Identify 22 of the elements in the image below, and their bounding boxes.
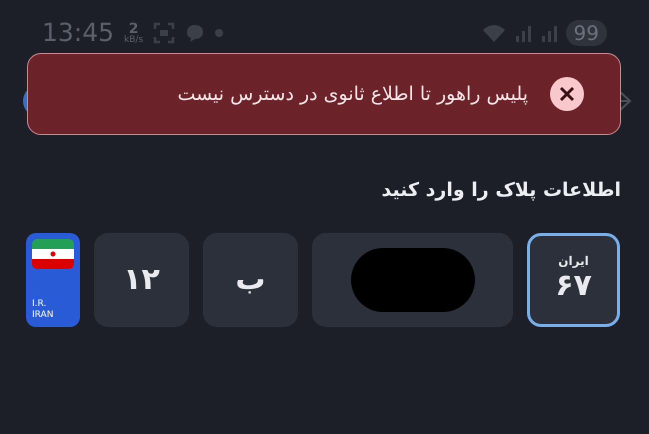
plate-field[interactable] <box>312 232 513 326</box>
chat-icon <box>185 23 206 43</box>
wifi-icon <box>482 23 508 43</box>
signal-icon <box>514 24 534 42</box>
country-label: IRAN <box>32 310 54 320</box>
plate-field[interactable]: ب <box>203 232 298 326</box>
plate-field[interactable]: ۱۲ <box>94 232 189 326</box>
dot-icon <box>215 29 224 37</box>
screenshot-icon <box>153 22 176 44</box>
toast-message: پلیس راهور تا اطلاع ثانوی در دسترس نیست <box>177 82 528 107</box>
clock: 13:45 <box>42 17 114 50</box>
heading: اطلاعات پلاک را وارد کنید <box>380 178 621 203</box>
region-caption: ایران <box>558 254 589 267</box>
region-field[interactable]: ایران ۶۷ <box>527 232 620 326</box>
close-icon[interactable] <box>550 77 584 111</box>
region-code: ۶۷ <box>555 268 592 304</box>
flag-icon <box>32 238 74 268</box>
country-label: I.R. <box>32 298 48 310</box>
speed-value: 2 <box>128 22 138 36</box>
signal-icon <box>540 24 560 42</box>
battery-indicator: 99 <box>566 20 607 46</box>
speed-unit: kB/s <box>124 36 144 44</box>
